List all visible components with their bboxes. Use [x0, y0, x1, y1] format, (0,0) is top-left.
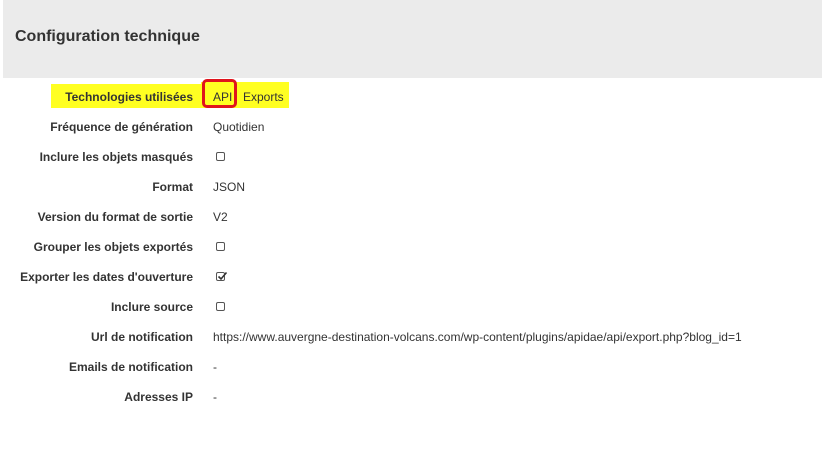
field-row-technologies: Technologies utilisées API Exports	[0, 88, 822, 108]
field-label-grouper: Grouper les objets exportés	[33, 240, 193, 254]
field-value-format: JSON	[213, 180, 246, 194]
tag-exports[interactable]: Exports	[243, 90, 284, 104]
field-row-url: Url de notification https://www.auvergne…	[0, 328, 822, 348]
field-label-url: Url de notification	[91, 330, 193, 344]
checkmark-icon	[217, 271, 228, 281]
field-label-technologies: Technologies utilisées	[65, 90, 193, 104]
panel-title: Configuration technique	[15, 28, 200, 45]
field-row-frequence: Fréquence de génération Quotidien	[0, 118, 822, 138]
checkbox-objets-masques[interactable]	[216, 152, 225, 161]
field-label-emails: Emails de notification	[68, 360, 193, 374]
field-value-adresses-ip: -	[213, 390, 217, 404]
checkbox-grouper[interactable]	[216, 242, 225, 251]
field-row-dates-ouverture: Exporter les dates d'ouverture	[0, 268, 822, 288]
field-label-source: Inclure source	[110, 300, 193, 314]
field-label-frequence: Fréquence de génération	[50, 120, 193, 134]
checkbox-source[interactable]	[216, 302, 225, 311]
field-row-adresses-ip: Adresses IP -	[0, 388, 822, 408]
field-label-version: Version du format de sortie	[37, 210, 193, 224]
field-label-format: Format	[152, 180, 193, 194]
field-label-adresses-ip: Adresses IP	[124, 390, 193, 404]
annotation-highlight-box	[202, 79, 237, 108]
field-row-version: Version du format de sortie V2	[0, 208, 822, 228]
field-value-url: https://www.auvergne-destination-volcans…	[213, 330, 742, 344]
panel-header: Configuration technique	[3, 0, 822, 78]
field-row-emails: Emails de notification -	[0, 358, 822, 378]
field-value-emails: -	[213, 360, 217, 374]
field-value-frequence: Quotidien	[213, 120, 265, 134]
field-label-objets-masques: Inclure les objets masqués	[39, 150, 193, 164]
field-label-dates-ouverture: Exporter les dates d'ouverture	[20, 270, 193, 284]
checkbox-dates-ouverture[interactable]	[216, 271, 228, 281]
field-row-format: Format JSON	[0, 178, 822, 198]
field-row-source: Inclure source	[0, 298, 822, 318]
field-value-version: V2	[213, 210, 228, 224]
field-row-objets-masques: Inclure les objets masqués	[0, 148, 822, 168]
field-row-grouper: Grouper les objets exportés	[0, 238, 822, 258]
